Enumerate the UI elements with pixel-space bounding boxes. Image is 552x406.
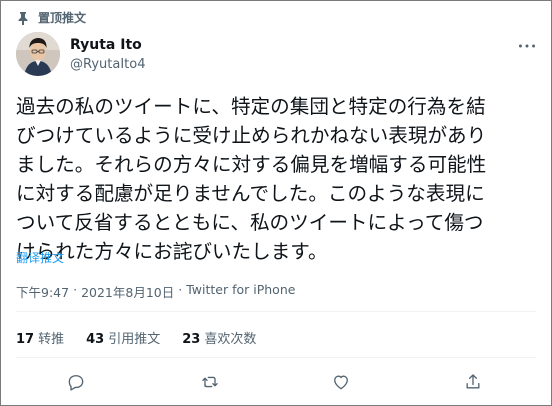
meta-separator: · xyxy=(73,282,78,297)
tweet-stats: 17 转推 43 引用推文 23 喜欢次数 xyxy=(16,328,256,347)
author-handle[interactable]: @RyutaIto4 xyxy=(70,57,145,72)
pinned-indicator: 置顶推文 xyxy=(16,9,86,26)
author-name[interactable]: Ryuta Ito xyxy=(70,37,142,53)
pinned-label: 置顶推文 xyxy=(38,11,87,25)
meta-separator: · xyxy=(178,282,183,297)
divider xyxy=(16,357,536,358)
likes-stat[interactable]: 23 喜欢次数 xyxy=(182,328,256,347)
pin-icon xyxy=(16,11,30,25)
retweets-stat[interactable]: 17 转推 xyxy=(16,328,64,347)
quotes-stat[interactable]: 43 引用推文 xyxy=(86,328,160,347)
tweet-text: 過去の私のツイートに、特定の集団と特定の行為を結 びつけているように受け止められ… xyxy=(16,95,487,263)
tweet-actions xyxy=(0,372,552,396)
reply-button[interactable] xyxy=(64,372,88,396)
likes-count: 23 xyxy=(182,332,201,347)
retweet-icon xyxy=(200,372,220,396)
retweets-label: 转推 xyxy=(38,332,65,347)
share-button[interactable] xyxy=(461,372,485,396)
share-icon xyxy=(463,372,483,396)
tweet-time[interactable]: 下午9:47 xyxy=(16,282,69,301)
tweet-metadata: 下午9:47 · 2021年8月10日 · Twitter for iPhone xyxy=(16,282,295,301)
like-button[interactable] xyxy=(329,372,353,396)
tweet-client[interactable]: Twitter for iPhone xyxy=(186,282,295,301)
tweet-date[interactable]: 2021年8月10日 xyxy=(81,282,174,301)
retweet-button[interactable] xyxy=(198,372,222,396)
more-options-icon[interactable] xyxy=(516,38,538,54)
quotes-count: 43 xyxy=(86,332,105,347)
translate-link[interactable]: 翻译推文 xyxy=(16,249,64,266)
likes-label: 喜欢次数 xyxy=(204,332,257,347)
avatar[interactable] xyxy=(16,32,60,76)
divider xyxy=(16,311,536,312)
heart-icon xyxy=(331,372,351,396)
retweets-count: 17 xyxy=(16,332,35,347)
quotes-label: 引用推文 xyxy=(108,332,161,347)
reply-icon xyxy=(66,372,86,396)
